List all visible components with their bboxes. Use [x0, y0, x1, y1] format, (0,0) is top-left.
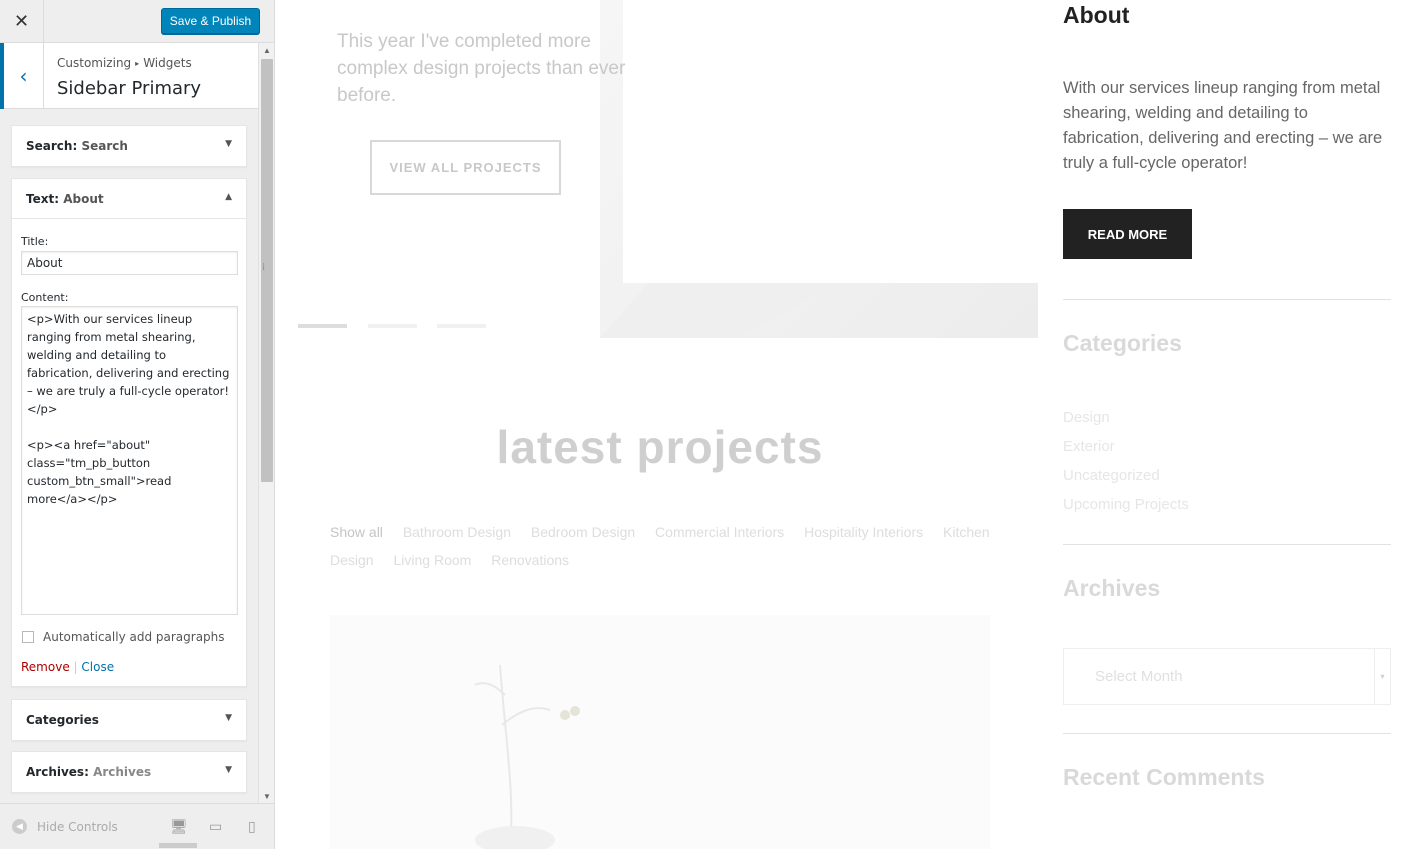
about-text: With our services lineup ranging from me… — [1063, 79, 1383, 172]
breadcrumb: Customizing ▸ Widgets — [57, 56, 192, 70]
filter-living-room[interactable]: Living Room — [393, 552, 471, 568]
remove-widget-link[interactable]: Remove — [21, 660, 70, 674]
filter-renovations[interactable]: Renovations — [491, 552, 569, 568]
expand-arrow-icon[interactable]: ▼ — [225, 139, 232, 149]
site-preview: This year I've completed more complex de… — [275, 0, 1419, 849]
archives-heading: Archives — [1063, 575, 1161, 601]
widget-type-label: Search — [26, 139, 73, 153]
filter-show-all[interactable]: Show all — [330, 524, 383, 540]
project-thumbnail[interactable] — [330, 615, 990, 849]
categories-list: Design Exterior Uncategorized Upcoming P… — [1063, 403, 1189, 519]
plant-illustration — [474, 664, 580, 849]
section-header: ‹ Customizing ▸ Widgets Sidebar Primary — [0, 43, 258, 109]
divider — [1063, 299, 1391, 300]
widget-type-label: Categories — [26, 713, 99, 727]
autop-label: Automatically add paragraphs — [43, 630, 225, 644]
action-separator: | — [73, 660, 78, 674]
slider-dot[interactable] — [437, 324, 486, 328]
widget-search[interactable]: Search: Search ▼ — [11, 125, 247, 167]
content-field-label: Content: — [21, 291, 69, 304]
active-device-indicator — [159, 843, 197, 848]
filter-hospitality-interiors[interactable]: Hospitality Interiors — [804, 524, 923, 540]
slider-dot[interactable] — [368, 324, 417, 328]
about-heading: About — [1063, 2, 1130, 28]
autop-option[interactable]: Automatically add paragraphs — [22, 630, 225, 644]
widget-type-label: Text — [26, 191, 55, 206]
category-link[interactable]: Upcoming Projects — [1063, 490, 1189, 519]
breadcrumb-current: Widgets — [143, 56, 192, 70]
widget-title-label: Search — [81, 139, 128, 153]
close-customizer-button[interactable]: ✕ — [0, 0, 44, 43]
close-icon: ✕ — [13, 11, 30, 32]
save-publish-button[interactable]: Save & Publish — [161, 8, 260, 34]
widget-search-header[interactable]: Search: Search ▼ — [12, 126, 246, 166]
archive-month-select[interactable]: Select Month ▾ — [1063, 648, 1391, 705]
widget-text: Text: About ▲ Title: About Content: <p>W… — [11, 178, 247, 687]
chevron-down-icon[interactable]: ▾ — [1374, 649, 1390, 704]
filter-commercial-interiors[interactable]: Commercial Interiors — [655, 524, 784, 540]
widget-archives-header[interactable]: Archives: Archives ▼ — [12, 752, 246, 792]
customizer-footer: ◀ Hide Controls 🖥 ▭ ▯ — [0, 803, 274, 849]
widget-title-label: About — [63, 191, 104, 206]
expand-arrow-icon[interactable]: ▼ — [225, 765, 232, 775]
slide-image — [600, 0, 1038, 338]
categories-heading: Categories — [1063, 330, 1182, 356]
widget-categories[interactable]: Categories ▼ — [11, 699, 247, 741]
collapse-icon: ◀ — [12, 819, 27, 834]
autop-checkbox[interactable] — [22, 631, 34, 643]
expand-arrow-icon[interactable]: ▼ — [225, 713, 232, 723]
widget-archives[interactable]: Archives: Archives ▼ — [11, 751, 247, 793]
category-link[interactable]: Uncategorized — [1063, 461, 1189, 490]
close-widget-link[interactable]: Close — [81, 660, 114, 674]
widget-title-value: About — [27, 256, 63, 270]
customizer-panel: ✕ Save & Publish ‹ Customizing ▸ Widgets S… — [0, 0, 275, 849]
month-select-value: Select Month — [1095, 668, 1183, 685]
category-link[interactable]: Exterior — [1063, 432, 1189, 461]
divider — [1063, 733, 1391, 734]
recent-comments-heading: Recent Comments — [1063, 764, 1265, 790]
scroll-down-icon[interactable]: ▼ — [259, 789, 275, 803]
slide-caption: This year I've completed more complex de… — [337, 31, 626, 106]
widget-categories-header[interactable]: Categories ▼ — [12, 700, 246, 740]
panel-scrollbar[interactable]: ▲ ▼ — [258, 43, 274, 803]
section-title: Sidebar Primary — [57, 78, 202, 99]
divider — [1063, 544, 1391, 545]
widget-content-textarea[interactable]: <p>With our services lineup ranging from… — [21, 306, 238, 615]
back-button[interactable]: ‹ — [0, 43, 44, 109]
slider-dot-active[interactable] — [298, 324, 347, 328]
widget-title-input[interactable]: About — [21, 251, 238, 275]
slide-text-panel — [623, 0, 1038, 283]
desktop-icon[interactable]: 🖥 — [170, 819, 188, 835]
widget-actions: Remove | Close — [21, 660, 114, 674]
chevron-left-icon: ‹ — [19, 64, 28, 88]
filter-bathroom-design[interactable]: Bathroom Design — [403, 524, 511, 540]
read-more-button[interactable]: READ MORE — [1063, 209, 1192, 259]
breadcrumb-separator-icon: ▸ — [135, 59, 140, 68]
widget-text-header[interactable]: Text: About ▲ — [12, 179, 246, 219]
collapse-arrow-icon[interactable]: ▲ — [225, 192, 232, 202]
widget-type-label: Archives — [26, 765, 85, 779]
project-filters: Show all Bathroom Design Bedroom Design … — [330, 518, 990, 574]
title-field-label: Title: — [21, 235, 49, 248]
panel-resize-handle[interactable]: ⁞ — [262, 262, 265, 273]
view-all-projects-button[interactable]: VIEW ALL PROJECTS — [370, 140, 561, 195]
tablet-icon[interactable]: ▭ — [209, 819, 222, 835]
hide-controls-button[interactable]: ◀ Hide Controls — [12, 819, 118, 834]
widget-title-label: Archives — [93, 765, 152, 779]
category-link[interactable]: Design — [1063, 403, 1189, 432]
filter-bedroom-design[interactable]: Bedroom Design — [531, 524, 635, 540]
customizer-header: ✕ Save & Publish — [0, 0, 274, 43]
latest-projects-heading: latest projects — [496, 421, 824, 473]
scroll-up-icon[interactable]: ▲ — [259, 43, 275, 57]
breadcrumb-root: Customizing — [57, 56, 132, 70]
hide-controls-label: Hide Controls — [37, 819, 118, 834]
mobile-icon[interactable]: ▯ — [248, 819, 256, 835]
